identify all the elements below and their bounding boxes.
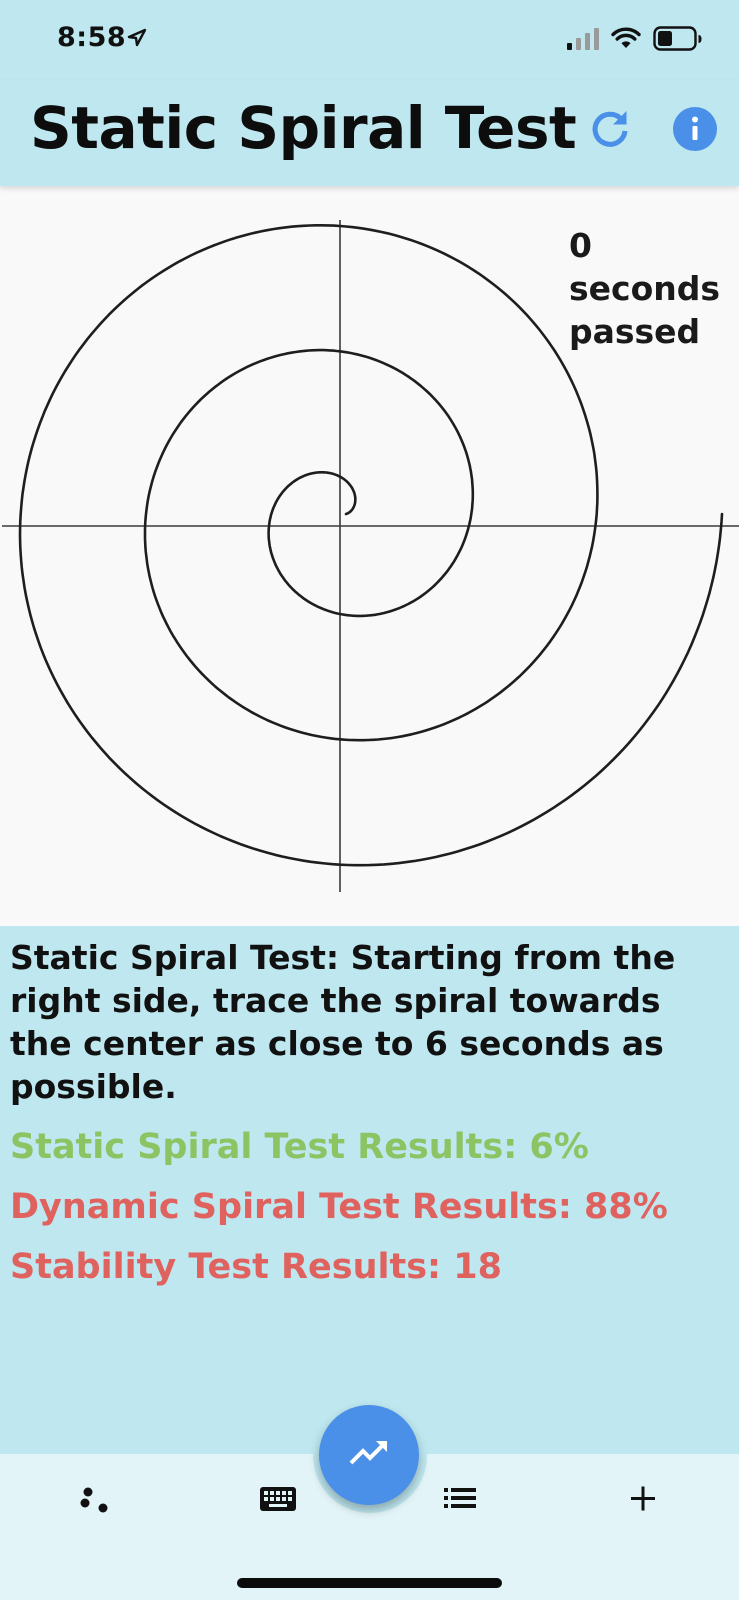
trend-fab-button[interactable] — [319, 1405, 419, 1505]
timer-display: 0 seconds passed — [569, 224, 739, 353]
dynamic-result: Dynamic Spiral Test Results: 88% — [10, 1187, 668, 1227]
stability-result: Stability Test Results: 18 — [10, 1247, 502, 1287]
app-bar: Static Spiral Test — [0, 80, 739, 186]
wifi-icon — [611, 27, 641, 48]
page-title: Static Spiral Test — [30, 94, 577, 162]
static-result: Static Spiral Test Results: 6% — [10, 1127, 589, 1167]
battery-icon — [653, 26, 702, 51]
status-time: 8:58 — [57, 22, 127, 53]
status-bar: 8:58 — [0, 0, 739, 80]
nav-item-list[interactable] — [430, 1482, 490, 1526]
info-section: Static Spiral Test: Starting from the ri… — [10, 936, 730, 1290]
location-arrow-icon — [127, 28, 147, 47]
info-icon — [673, 107, 717, 151]
refresh-button[interactable] — [588, 106, 634, 152]
cellular-signal-icon — [567, 28, 599, 50]
list-icon — [444, 1488, 476, 1508]
add-icon — [631, 1486, 655, 1511]
spiral-canvas[interactable]: 0 seconds passed — [0, 186, 739, 926]
info-button[interactable] — [672, 106, 718, 152]
nav-item-add[interactable] — [614, 1482, 674, 1526]
nav-item-keyboard[interactable] — [248, 1482, 308, 1526]
timer-value: 0 — [569, 226, 592, 265]
keyboard-icon — [260, 1487, 296, 1511]
nav-item-dots[interactable] — [64, 1482, 124, 1526]
refresh-icon — [592, 111, 628, 147]
instructions-text: Static Spiral Test: Starting from the ri… — [10, 938, 676, 1106]
dots-icon — [80, 1487, 108, 1513]
trending-up-icon — [349, 1441, 387, 1465]
home-indicator — [237, 1578, 502, 1588]
timer-label: seconds passed — [569, 269, 721, 351]
